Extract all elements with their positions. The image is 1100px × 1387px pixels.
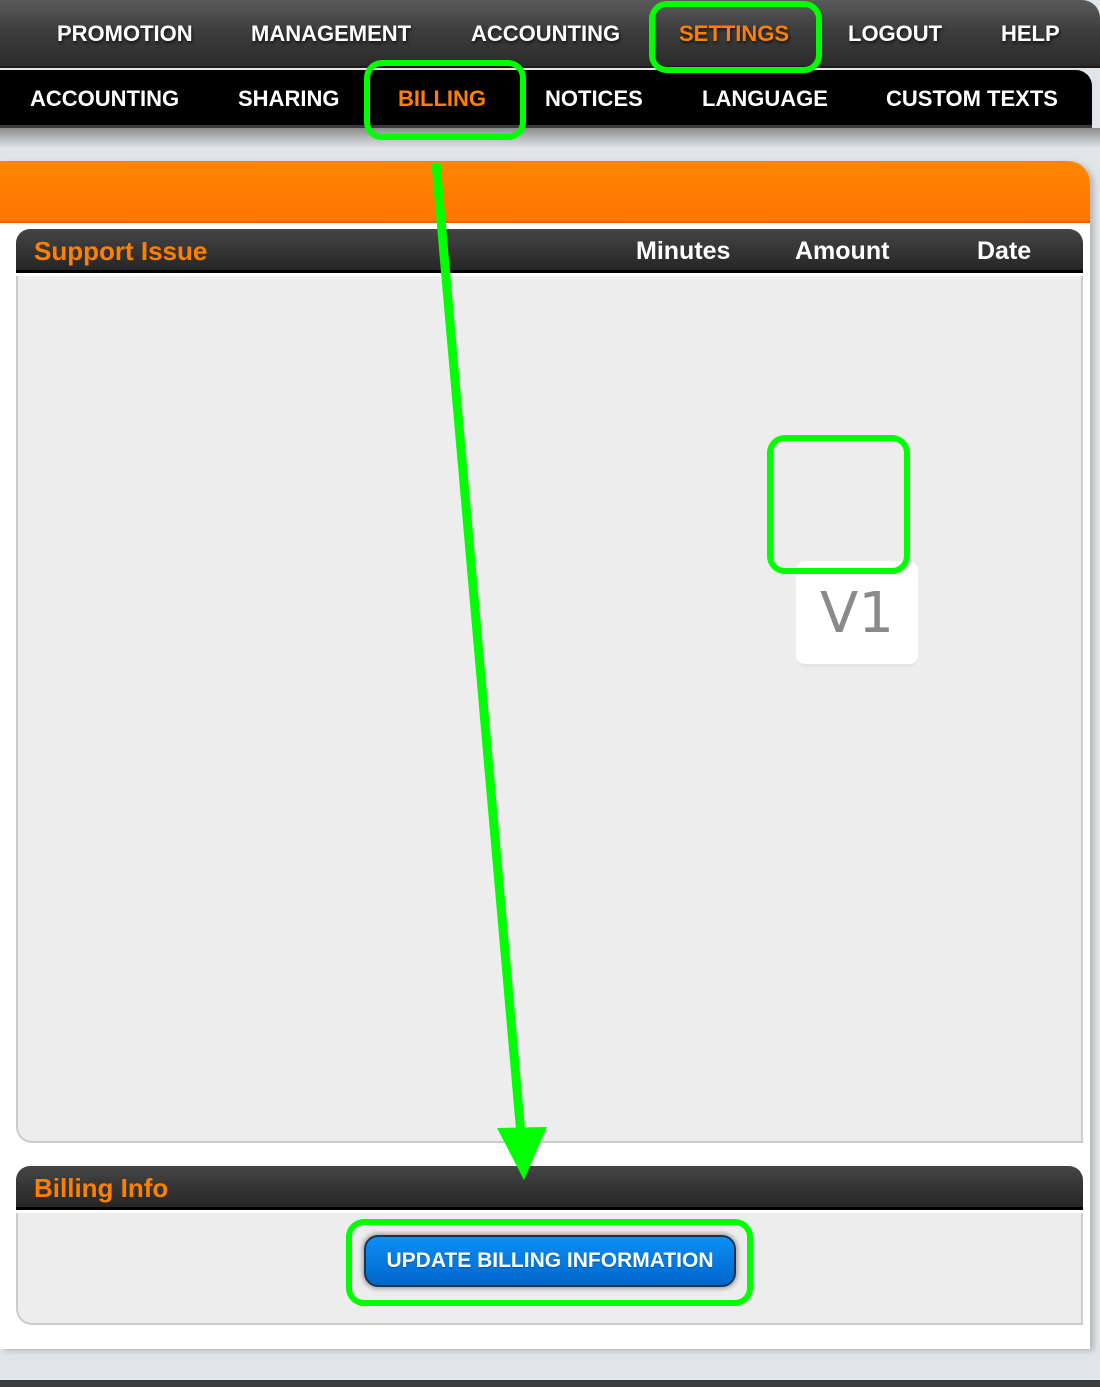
sub-nav-custom-texts[interactable]: CUSTOM TEXTS — [886, 70, 1058, 128]
top-nav-management[interactable]: MANAGEMENT — [251, 0, 411, 68]
column-header-amount[interactable]: Amount — [795, 229, 889, 273]
column-header-minutes[interactable]: Minutes — [636, 229, 730, 273]
top-nav-settings[interactable]: SETTINGS — [679, 0, 789, 68]
support-issue-table-header: Support Issue Minutes Amount Date — [16, 229, 1083, 273]
billing-info-title: Billing Info — [34, 1173, 169, 1203]
billing-info-body: UPDATE BILLING INFORMATION — [16, 1213, 1083, 1325]
column-header-date[interactable]: Date — [977, 229, 1031, 273]
sub-nav-accounting[interactable]: ACCOUNTING — [30, 70, 179, 128]
top-nav-accounting[interactable]: ACCOUNTING — [471, 0, 620, 68]
sub-nav-language[interactable]: LANGUAGE — [702, 70, 828, 128]
bottom-strip — [0, 1380, 1100, 1387]
support-issue-table-body: V1 — [16, 276, 1083, 1143]
settings-sub-navigation: ACCOUNTING SHARING BILLING NOTICES LANGU… — [0, 70, 1092, 128]
top-nav-help[interactable]: HELP — [1001, 0, 1060, 68]
sub-nav-sharing[interactable]: SHARING — [238, 70, 339, 128]
page-header-bar — [0, 161, 1090, 223]
sub-nav-notices[interactable]: NOTICES — [545, 70, 643, 128]
main-panel: Support Issue Minutes Amount Date V1 Bil… — [0, 161, 1090, 1349]
billing-info-header: Billing Info — [16, 1166, 1083, 1210]
nav-shadow — [0, 128, 1100, 148]
support-issue-title: Support Issue — [34, 236, 208, 266]
sub-nav-billing[interactable]: BILLING — [398, 70, 486, 128]
top-nav-logout[interactable]: LOGOUT — [848, 0, 942, 68]
top-navigation: PROMOTION MANAGEMENT ACCOUNTING SETTINGS… — [0, 0, 1100, 68]
version-badge: V1 — [796, 561, 918, 667]
update-billing-information-button[interactable]: UPDATE BILLING INFORMATION — [364, 1235, 736, 1287]
top-nav-promotion[interactable]: PROMOTION — [57, 0, 193, 68]
